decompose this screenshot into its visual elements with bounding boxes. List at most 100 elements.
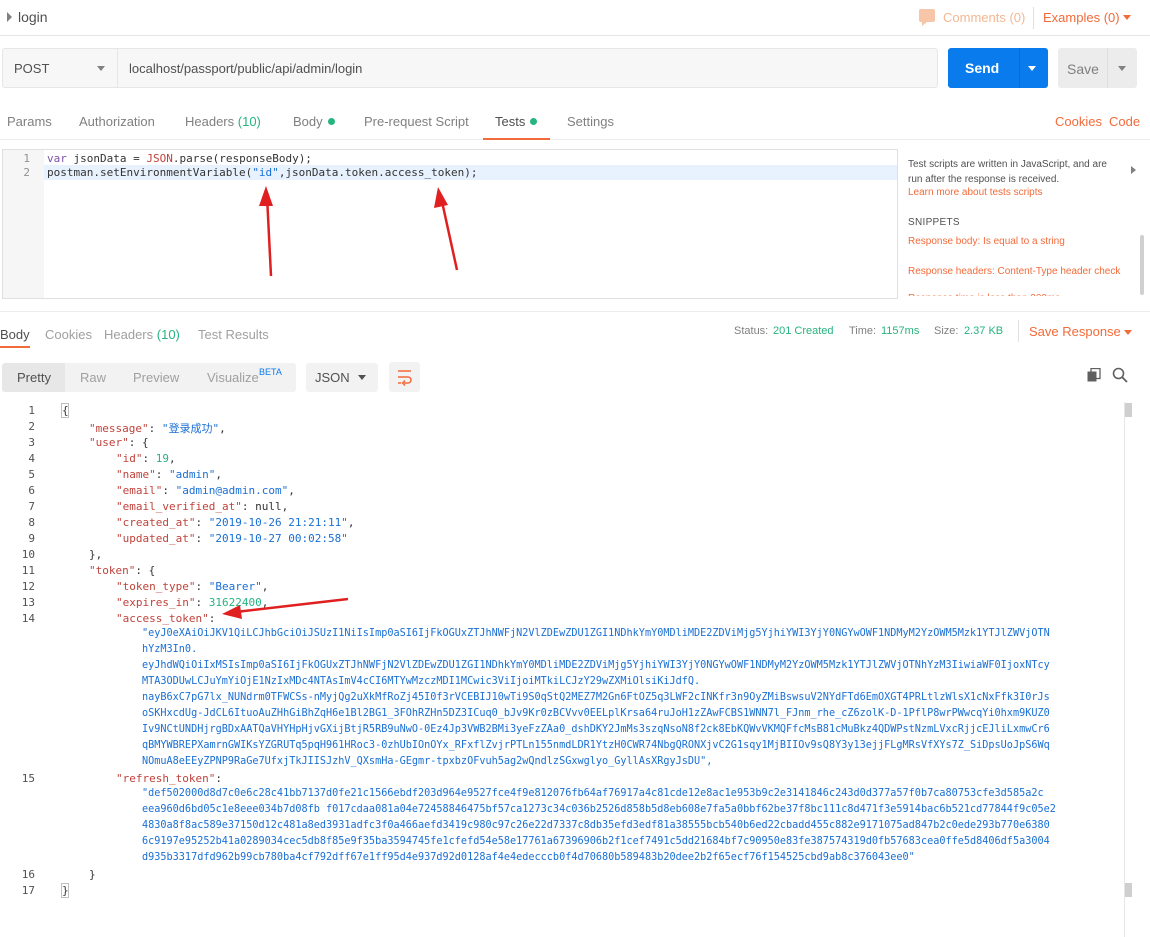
size-label: Size:: [934, 325, 959, 337]
json-key: "name": [116, 468, 156, 481]
response-tab-test-results[interactable]: Test Results: [198, 327, 269, 342]
json-key: "created_at": [116, 516, 196, 529]
cookies-link[interactable]: Cookies: [1055, 114, 1102, 129]
json-scrollbar[interactable]: [1124, 402, 1134, 937]
json-key: "email_verified_at": [116, 500, 242, 513]
tab-params[interactable]: Params: [7, 114, 52, 129]
json-line-token-close: }: [89, 868, 96, 881]
tab-body[interactable]: Body: [293, 114, 335, 129]
chevron-down-icon[interactable]: [1028, 66, 1036, 71]
json-string: "Bearer": [208, 580, 262, 593]
wrap-lines-button[interactable]: [389, 362, 420, 392]
json-key: "email": [116, 484, 163, 497]
json-line-id: "id": 19,: [116, 452, 176, 465]
tab-pre-request-script[interactable]: Pre-request Script: [364, 114, 469, 129]
snippets-clip: [900, 296, 1150, 306]
access-token-line: eyJhdWQiOiIxMSIsImp0aSI6IjFkOGUxZTJhNWFj…: [142, 660, 1050, 671]
json-line-name: "name": "admin",: [116, 468, 222, 481]
response-divider: [0, 311, 1150, 312]
snippet-item[interactable]: Response body: Is equal to a string: [908, 236, 1065, 247]
json-key: "access_token": [116, 612, 209, 625]
response-tab-headers-label: Headers: [104, 327, 154, 342]
editor-line-1[interactable]: var jsonData = JSON.parse(responseBody);: [47, 152, 312, 165]
refresh-token-line: d935b3317dfd962b99cb780ba4cf792dff67e1ff…: [142, 852, 915, 863]
access-token-line: NOmuA8eEEyZPNP9RaGe7UfxjTkJIISJzhV_QXsmH…: [142, 756, 713, 767]
status-divider: [1018, 320, 1019, 342]
search-icon[interactable]: [1112, 367, 1128, 383]
format-value[interactable]: JSON: [315, 370, 350, 385]
snippets-scrollbar[interactable]: [1140, 235, 1144, 295]
chevron-down-icon[interactable]: [1118, 66, 1126, 71]
save-response-button[interactable]: Save Response: [1029, 324, 1121, 339]
json-open-brace: {: [62, 404, 69, 417]
json-line-user: "user": {: [89, 436, 149, 449]
code-token: ,jsonData.token.access_token);: [278, 166, 478, 179]
collapse-panel-icon[interactable]: [1131, 166, 1136, 174]
view-raw-button[interactable]: Raw: [80, 370, 106, 385]
json-line-token-type: "token_type": "Bearer",: [116, 580, 269, 593]
json-key: "refresh_token": [116, 772, 216, 785]
refresh-token-line: eea960d6bd05c1e8eee034b7d08fb f017cdaa08…: [142, 804, 1056, 815]
access-token-line: oSKHxcdUg-JdCL6ItuoAuZHhGiBhZqH6e1Bl2BG1…: [142, 708, 1050, 719]
json-line-user-close: },: [89, 548, 103, 561]
json-key: "message": [89, 422, 149, 435]
line-number: 9: [28, 532, 35, 545]
wrap-lines-icon: [398, 370, 412, 387]
scrollbar-thumb[interactable]: [1125, 883, 1132, 897]
json-line-created-at: "created_at": "2019-10-26 21:21:11",: [116, 516, 355, 529]
tab-headers[interactable]: Headers (10): [185, 114, 261, 129]
beta-badge: BETA: [259, 367, 282, 377]
line-number: 6: [28, 484, 35, 497]
refresh-token-line: "def502000d8d7c0e6c28c41bb7137d0fe21c156…: [142, 788, 1044, 799]
chevron-down-icon[interactable]: [97, 66, 105, 71]
snippet-item[interactable]: Response headers: Content-Type header ch…: [908, 266, 1120, 277]
json-string: "登录成功": [161, 422, 220, 435]
copy-icon[interactable]: [1087, 368, 1101, 382]
json-string: "admin": [169, 468, 216, 481]
view-visualize-button[interactable]: Visualize: [207, 370, 259, 385]
json-key: "updated_at": [116, 532, 196, 545]
response-tab-headers[interactable]: Headers (10): [104, 327, 180, 342]
refresh-token-line: 4830a8f8ac589e37150d12c481a8ed3931adfc3f…: [142, 820, 1050, 831]
tab-settings[interactable]: Settings: [567, 114, 614, 129]
line-number: 3: [28, 436, 35, 449]
send-button-label[interactable]: Send: [965, 60, 999, 76]
learn-more-link[interactable]: Learn more about tests scripts: [908, 187, 1043, 198]
access-token-line: nayB6xC7pG7lx_NUNdrm0TFWCSs-nMyjQg2uXkMf…: [142, 692, 1050, 703]
active-dot-icon: [327, 118, 335, 125]
json-line-access-token: "access_token":: [116, 612, 216, 625]
scrollbar-thumb[interactable]: [1125, 403, 1132, 417]
tab-authorization[interactable]: Authorization: [79, 114, 155, 129]
status-value[interactable]: 201 Created: [773, 325, 834, 337]
chevron-down-icon[interactable]: [1124, 330, 1132, 335]
time-value[interactable]: 1157ms: [881, 325, 919, 337]
chevron-down-icon[interactable]: [358, 375, 366, 380]
response-tab-body[interactable]: Body: [0, 327, 30, 342]
request-name[interactable]: login: [18, 9, 48, 25]
tab-body-label: Body: [293, 114, 323, 129]
response-tab-cookies[interactable]: Cookies: [45, 327, 92, 342]
view-preview-button[interactable]: Preview: [133, 370, 179, 385]
view-pretty-label[interactable]: Pretty: [17, 370, 51, 385]
code-token: postman.setEnvironmentVariable(: [47, 166, 253, 179]
comments-link[interactable]: Comments (0): [943, 10, 1025, 25]
code-link[interactable]: Code: [1109, 114, 1140, 129]
examples-dropdown[interactable]: Examples (0): [1043, 10, 1120, 25]
chevron-down-icon[interactable]: [1123, 15, 1131, 20]
tab-headers-label: Headers: [185, 114, 235, 129]
snippets-description: Test scripts are written in JavaScript, …: [908, 159, 1107, 185]
line-number: 10: [21, 548, 35, 561]
json-line-email: "email": "admin@admin.com",: [116, 484, 295, 497]
json-string: "2019-10-27 00:02:58": [208, 532, 348, 545]
access-token-line: qBMYWBREPXamrnGWIKsYZGRUTq5pqH961HRoc3-0…: [142, 740, 1050, 751]
comment-icon[interactable]: [919, 9, 935, 26]
access-token-line: MTA3ODUwLCJuYmYiOjE1NzIxMDc4NTAsImV4cCI6…: [142, 676, 701, 687]
size-value[interactable]: 2.37 KB: [964, 325, 1003, 337]
method-value[interactable]: POST: [14, 61, 49, 76]
url-value[interactable]: localhost/passport/public/api/admin/logi…: [129, 61, 362, 76]
editor-line-2[interactable]: postman.setEnvironmentVariable("id",json…: [47, 166, 478, 179]
tab-tests[interactable]: Tests: [495, 114, 538, 129]
save-button-label[interactable]: Save: [1067, 61, 1099, 77]
collapse-caret-icon[interactable]: [7, 12, 12, 22]
json-number: 19: [155, 452, 169, 465]
